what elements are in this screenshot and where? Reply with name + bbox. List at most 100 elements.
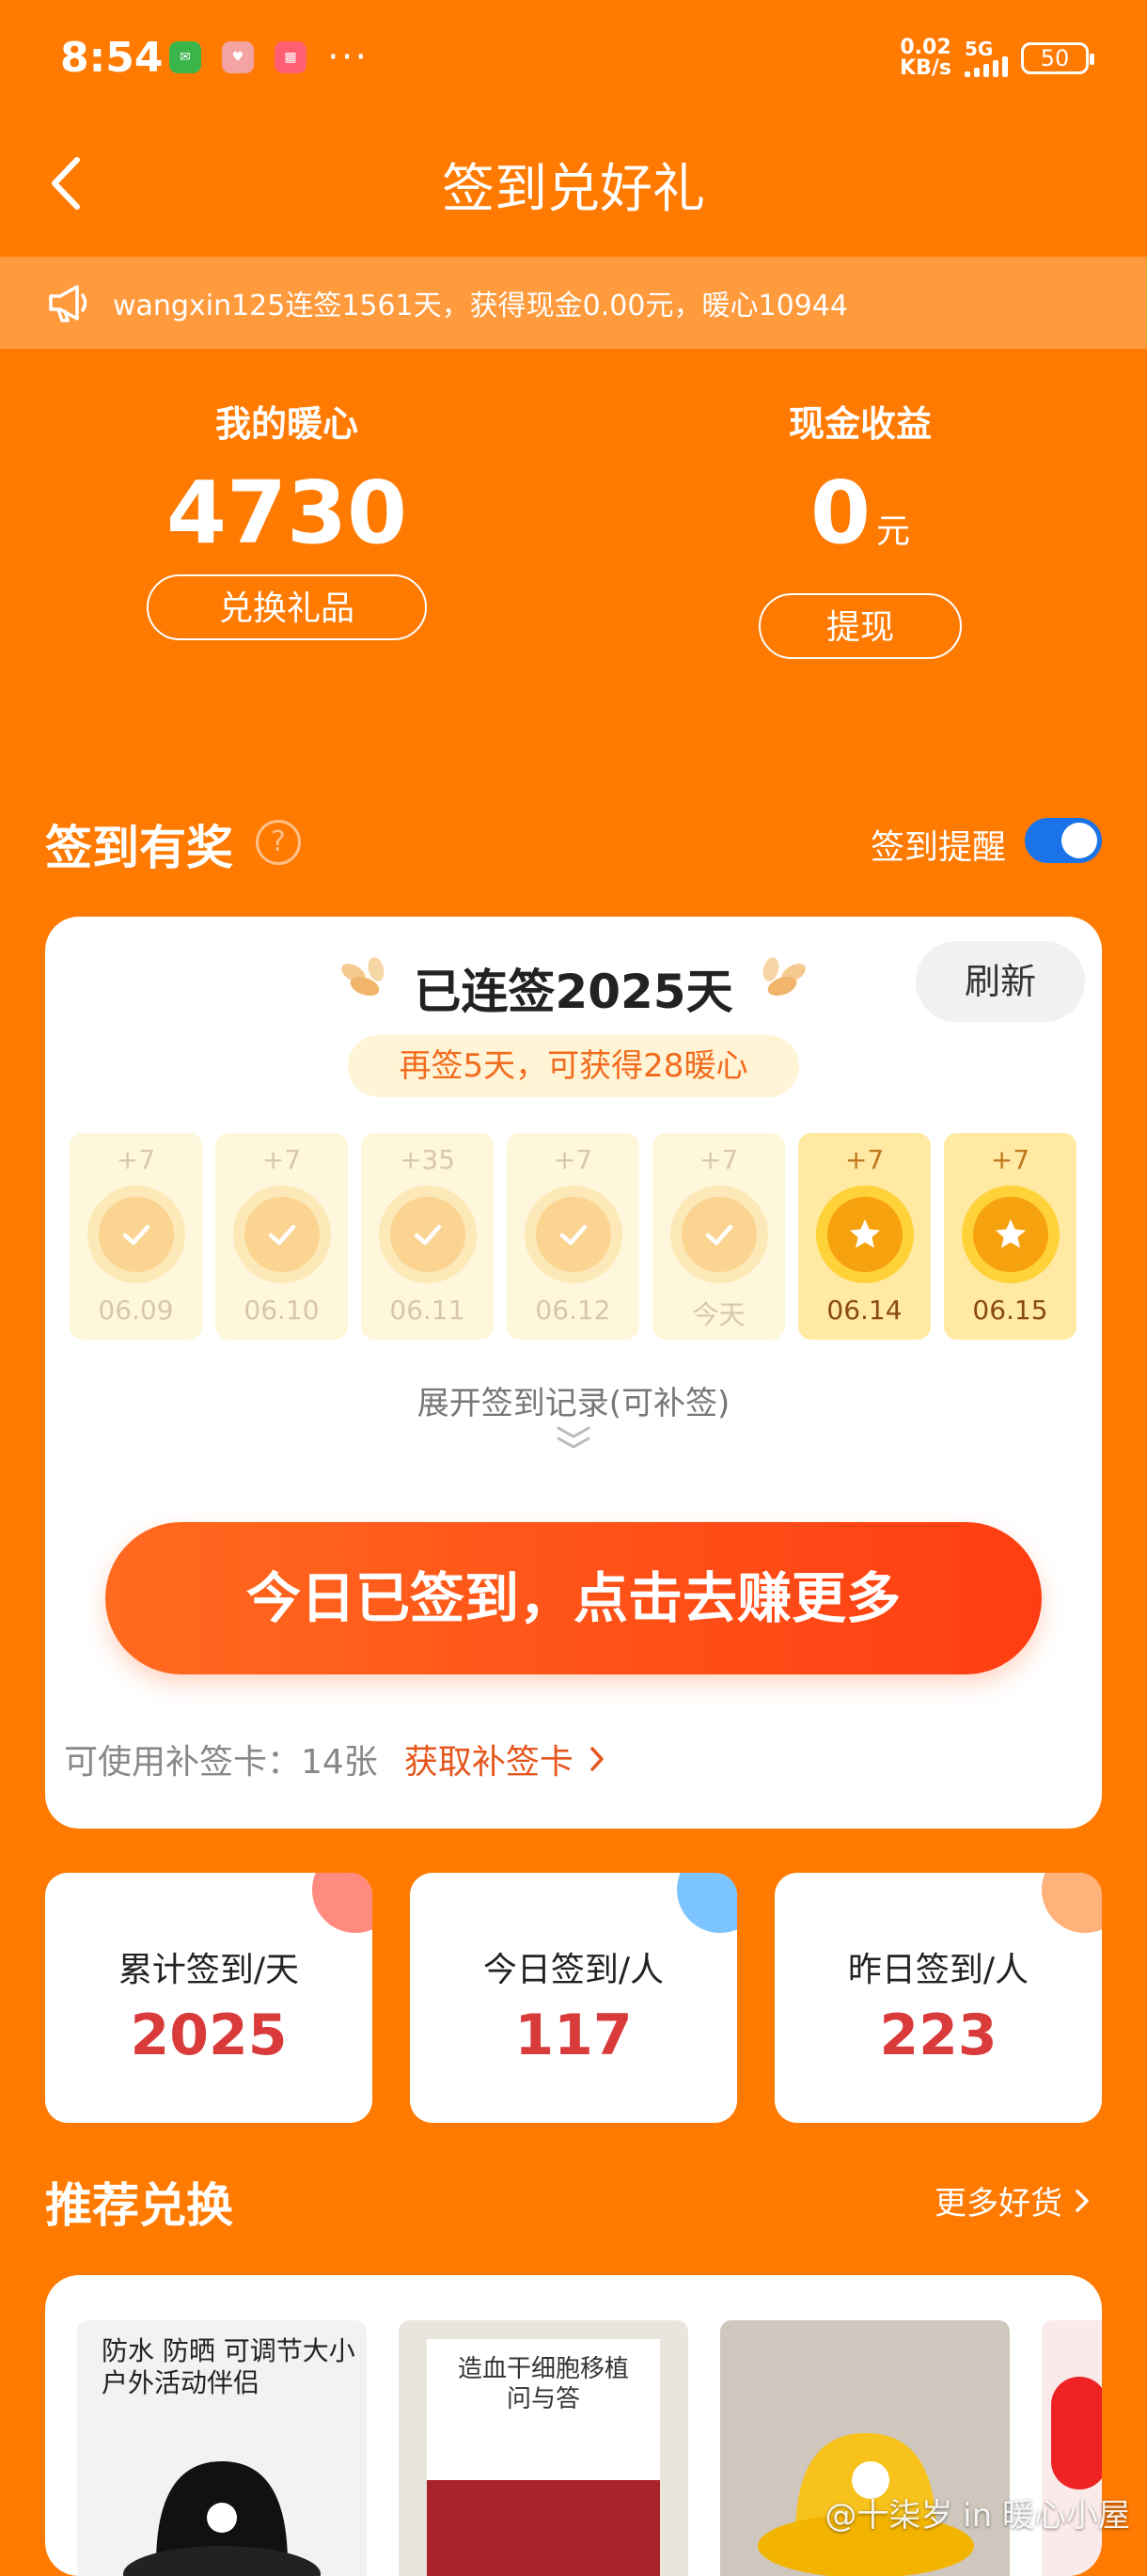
megaphone-icon [49,285,87,322]
product-card[interactable] [720,2320,1010,2576]
help-icon[interactable]: ? [256,820,301,865]
product-card[interactable]: 防水 防晒 可调节大小 户外活动伴侣 [77,2320,367,2576]
checked-icon [233,1186,331,1283]
day-item: +35 06.11 [361,1133,494,1340]
redeem-gift-button[interactable]: 兑换礼品 [147,574,427,640]
reminder-label: 签到提醒 [870,828,1006,867]
mini-stat-label: 累计签到/天 [118,1951,300,1989]
day-item: +7 06.10 [215,1133,348,1340]
double-chevron-down-icon[interactable] [553,1424,594,1453]
day-date: 06.10 [244,1295,320,1326]
checked-icon [87,1186,185,1283]
day-date: 今天 [692,1299,746,1330]
checkin-days: +7 06.09 +7 06.10 +35 06.11 +7 06.12 +7 … [70,1133,1076,1340]
day-reward: +7 [699,1144,739,1175]
signal-group: 5G [965,39,1008,77]
network-speed-unit: KB/s [900,56,951,80]
chevron-right-icon [1076,2189,1089,2212]
makeup-card-row: 可使用补签卡：14张 获取补签卡 [64,1735,611,1783]
more-goods-label: 更多好货 [935,2185,1062,2223]
heart-app-icon: ♥ [222,41,254,73]
day-date: 06.09 [98,1295,174,1326]
checkin-section-title: 签到有奖 [45,821,233,875]
day-date: 06.12 [535,1295,611,1326]
product-caption: 防水 防晒 可调节大小 户外活动伴侣 [102,2335,355,2398]
battery-icon: 50 [1021,42,1094,74]
product-card[interactable]: 造血干细胞移植 问与答 [399,2320,688,2576]
withdraw-button[interactable]: 提现 [759,593,962,659]
network-speed-value: 0.02 [900,36,951,59]
day-reward: +7 [990,1144,1030,1175]
get-makeup-card-link[interactable]: 获取补签卡 [404,1735,611,1783]
laurel-right-icon [762,957,806,997]
day-reward: +35 [399,1144,456,1175]
yellow-hat-image [758,2433,974,2576]
day-item: +7 06.09 [70,1133,202,1340]
cash-label: 现金收益 [788,403,932,445]
calendar-app-icon: ▦ [275,41,306,73]
battery-level: 50 [1040,45,1070,71]
expand-records-link[interactable]: 展开签到记录(可补签) [45,1377,1102,1423]
cash-value: 0 [809,463,871,563]
product-card[interactable] [1042,2320,1102,2576]
day-item: +7 06.12 [507,1133,639,1340]
get-makeup-card-label: 获取补签卡 [403,1743,574,1782]
yesterday-checkin-card: 昨日签到/人 223 [775,1873,1102,2123]
watermark: @十柒岁 in 暖心小屋 [825,2497,1130,2535]
checked-icon [670,1186,768,1283]
day-reward: +7 [116,1144,156,1175]
cash-unit: 元 [876,512,911,551]
corner-decoration [677,1873,737,1933]
recommend-title: 推荐兑换 [45,2178,233,2233]
bucket-hat-image [123,2461,321,2576]
star-icon [962,1186,1060,1283]
cash-stat: 现金收益 0元 提现 [663,395,1058,659]
notice-bar[interactable]: wangxin125连签1561天，获得现金0.00元，暖心10944 [0,257,1147,349]
mini-stat-value: 117 [514,2003,633,2068]
status-app-icons: ✉ ♥ ▦ ··· [169,36,369,79]
reminder-toggle[interactable] [1025,818,1102,863]
product-caption: 造血干细胞移植 问与答 [457,2355,629,2413]
more-goods-link[interactable]: 更多好货 [935,2177,1094,2223]
earn-more-button[interactable]: 今日已签到，点击去赚更多 [105,1522,1042,1674]
day-reward: +7 [553,1144,593,1175]
refresh-button[interactable]: 刷新 [916,941,1085,1022]
red-toy-image [1051,2377,1102,2490]
mini-stat-value: 223 [879,2003,998,2068]
checkin-card: 已连签2025天 刷新 再签5天，可获得28暖心 +7 06.09 +7 06.… [45,917,1102,1829]
today-checkin-card: 今日签到/人 117 [410,1873,737,2123]
notice-text: wangxin125连签1561天，获得现金0.00元，暖心10944 [113,290,848,322]
mini-stat-label: 今日签到/人 [482,1951,665,1989]
day-reward: +7 [844,1144,885,1175]
message-app-icon: ✉ [169,41,201,73]
day-date: 06.15 [972,1295,1048,1326]
chevron-right-icon [590,1747,604,1771]
signal-icon [965,56,1008,77]
cash-value-row: 0元 [663,452,1058,593]
more-notifications-icon: ··· [327,36,369,79]
page-title: 签到兑好礼 [442,159,705,220]
star-icon [816,1186,914,1283]
corner-decoration [1042,1873,1102,1933]
day-reward: +7 [261,1144,302,1175]
makeup-card-count: 可使用补签卡：14张 [64,1743,378,1782]
status-time: 8:54 [60,34,164,82]
day-item-today: +7 今天 [652,1133,785,1340]
warmth-stat: 我的暖心 4730 兑换礼品 [89,395,484,640]
day-item-upcoming: +7 06.15 [944,1133,1076,1340]
status-right: 0.02 KB/s 5G 50 [900,38,1094,79]
mini-stat-label: 昨日签到/人 [847,1951,1029,1989]
warmth-label: 我的暖心 [214,403,358,445]
bonus-hint: 再签5天，可获得28暖心 [348,1035,799,1097]
checked-icon [379,1186,477,1283]
corner-decoration [312,1873,372,1933]
warmth-value: 4730 [165,463,408,563]
day-date: 06.11 [389,1295,465,1326]
network-type: 5G [965,38,994,60]
day-date: 06.14 [826,1295,903,1326]
checked-icon [525,1186,622,1283]
mini-stat-value: 2025 [130,2003,288,2068]
total-checkin-card: 累计签到/天 2025 [45,1873,372,2123]
day-item-upcoming: +7 06.14 [798,1133,931,1340]
network-speed: 0.02 KB/s [900,38,951,79]
